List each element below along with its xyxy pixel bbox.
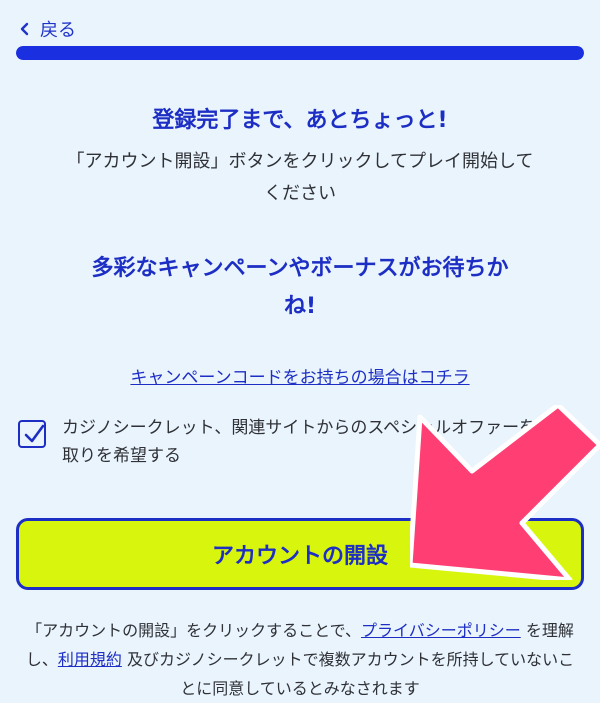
page-title: 登録完了まで、あとちょっと! [152,108,448,133]
promo-heading: 多彩なキャンペーンやボーナスがお待ちか ね! [60,250,540,326]
open-account-button-label: アカウントの開設 [211,544,388,569]
campaign-code-link[interactable]: キャンペーンコードをお持ちの場合はコチラ [0,363,600,388]
legal-notice: 「アカウントの開設」をクリックすることで、プライバシーポリシー を理解し、利用規… [18,616,582,703]
progress-bar [16,46,584,60]
back-label: 戻る [40,20,76,41]
promo-heading-line2: ね! [283,294,317,319]
progress-bar-fill [16,46,584,60]
promo-heading-line1: 多彩なキャンペーンやボーナスがお待ちか [91,256,509,281]
legal-text-1: 「アカウントの開設」をクリックすることで、 [26,621,362,640]
terms-of-use-link[interactable]: 利用規約 [58,650,122,669]
special-offer-checkbox[interactable] [18,420,46,448]
privacy-policy-link[interactable]: プライバシーポリシー [361,621,521,640]
open-account-button[interactable]: アカウントの開設 [16,518,584,590]
legal-text-3: 及びカジノシークレットで複数アカウントを所持していないことに同意しているとみなさ… [121,650,575,698]
special-offer-label: カジノシークレット、関連サイトからのスペシャルオファーを受け取りを希望する [62,418,571,466]
instruction-text: 「アカウント開設」ボタンをクリックしてプレイ開始してください [66,151,534,204]
chevron-left-icon [20,22,29,36]
checkmark-icon [24,424,45,443]
back-button[interactable]: 戻る [18,16,76,42]
